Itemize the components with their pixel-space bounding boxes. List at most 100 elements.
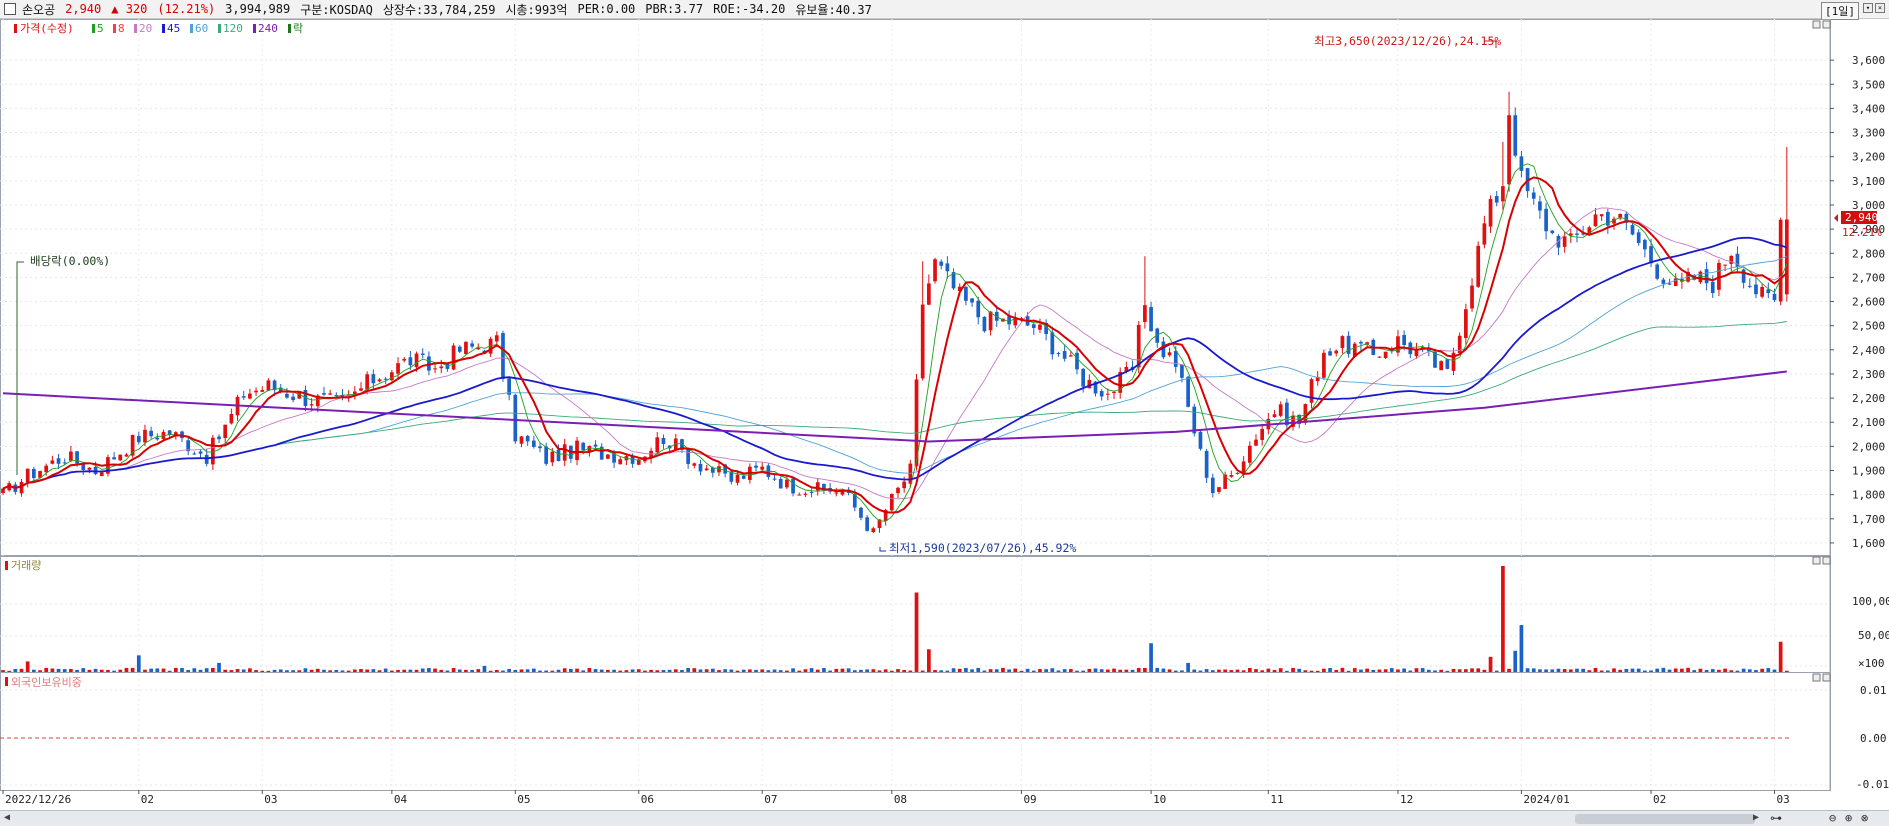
volume-bar [680, 670, 684, 672]
volume-panel-close-icon[interactable] [1822, 556, 1831, 565]
zoom-out-icon[interactable]: ⊖ [1829, 811, 1836, 825]
volume-bar [1482, 669, 1487, 672]
price-panel-close-icon[interactable] [1822, 20, 1831, 29]
volume-bar [1328, 668, 1332, 672]
volume-bar [383, 668, 388, 672]
candle-body [698, 463, 703, 472]
volume-bar [797, 670, 802, 672]
price-tick-label: 2,700 [1852, 271, 1885, 284]
candle-body [62, 462, 67, 464]
candle-body [1056, 353, 1061, 355]
volume-bar [766, 670, 771, 672]
volume-bar [1673, 668, 1678, 672]
volume-bar [1710, 669, 1715, 672]
legend-ma-marker [162, 24, 165, 33]
candle-body [803, 493, 808, 495]
volume-bar [1019, 670, 1024, 672]
candle-body [87, 467, 92, 470]
panel-buttons [1812, 20, 1831, 682]
volume-bar [1303, 670, 1308, 672]
foreign-panel-close-icon[interactable] [1822, 673, 1831, 682]
volume-bar [1735, 670, 1740, 672]
volume-bar [927, 649, 931, 672]
volume-bar [75, 669, 79, 672]
candle-body [248, 393, 252, 399]
volume-bar [1254, 669, 1258, 672]
zoom-in-icon[interactable]: ⊕ [1845, 811, 1852, 825]
volume-bar [470, 669, 474, 672]
price-panel-max-icon[interactable] [1812, 20, 1821, 29]
candle-body [285, 393, 289, 398]
volume-bar [525, 669, 530, 672]
price-tick-label: 1,900 [1852, 465, 1885, 478]
candle-body [383, 378, 388, 380]
volume-bar [1167, 669, 1172, 672]
volume-bar [50, 668, 55, 672]
volume-bar [322, 669, 326, 672]
volume-bar [1285, 670, 1289, 672]
volume-bar [390, 670, 394, 672]
volume-bar [748, 669, 752, 672]
scroll-right-icon[interactable]: ▶ [1753, 812, 1759, 823]
dividend-annotation: 배당락(0.00%) [30, 254, 110, 268]
volume-bar [834, 668, 839, 672]
volume-bar [1118, 669, 1123, 672]
date-tick-label: 03 [264, 793, 277, 806]
scroll-thumb[interactable] [1575, 814, 1755, 824]
candle-body [1322, 352, 1326, 378]
volume-panel-max-icon[interactable] [1812, 556, 1821, 565]
legend-price-marker [14, 24, 17, 33]
volume-bar [803, 669, 808, 672]
volume-bar [729, 669, 734, 672]
volume-bar [1389, 668, 1394, 672]
volume-bar [1488, 656, 1493, 672]
volume-bar [1136, 667, 1141, 672]
candle-body [1210, 477, 1215, 494]
volume-bar [223, 669, 228, 672]
volume-bar [1649, 670, 1653, 672]
volume-bar [1291, 667, 1295, 672]
candle-body [1747, 285, 1752, 287]
volume-bar [352, 669, 357, 672]
candle-body [933, 259, 937, 282]
volume-bar [544, 670, 549, 672]
chart-scrollbar[interactable]: ◀ ▶ ⊶ ⊖ ⊕ ⊗ [0, 810, 1889, 826]
candle-body [1038, 324, 1042, 330]
volume-bar [1093, 668, 1098, 672]
volume-bar [785, 670, 789, 672]
volume-bar [513, 669, 518, 672]
volume-bar [81, 668, 86, 672]
candle-body [155, 437, 160, 440]
zoom-reset-icon[interactable]: ⊗ [1861, 811, 1868, 825]
candle-body [433, 368, 437, 370]
stock-chart[interactable]: 1,600 1,700 1,800 1,900 2,000 2,100 2,200 2,300… [0, 0, 1889, 810]
volume-bar [217, 662, 221, 672]
candle-body [1482, 223, 1487, 245]
candle-body [1778, 219, 1783, 302]
candle-body [988, 311, 993, 331]
volume-bar [612, 669, 616, 672]
foreign-panel-max-icon[interactable] [1812, 673, 1821, 682]
volume-bar [1272, 669, 1277, 672]
volume-bar [1513, 650, 1518, 672]
ma60-line [2, 256, 1787, 490]
candle-body [254, 390, 258, 393]
volume-tick-100000: 100,000 [1852, 595, 1889, 608]
volume-bar [1315, 670, 1320, 672]
volume-bar [464, 669, 468, 672]
scroll-left-icon[interactable]: ◀ [4, 812, 10, 823]
volume-bar [285, 670, 289, 672]
price-tick-label: 1,700 [1852, 513, 1885, 526]
volume-bar [852, 670, 857, 672]
volume-bar [248, 668, 252, 672]
price-tick-label: 2,400 [1852, 344, 1885, 357]
candle-body [1075, 352, 1079, 370]
volume-bar [1433, 670, 1437, 672]
volume-bar [1408, 670, 1413, 672]
volume-bar [340, 670, 345, 672]
zoom-slider-icon[interactable]: ⊶ [1770, 811, 1782, 825]
candle-body [1494, 196, 1499, 203]
volume-bar [673, 669, 678, 672]
candle-body [1556, 235, 1561, 248]
legend-ma-marker [253, 24, 256, 33]
